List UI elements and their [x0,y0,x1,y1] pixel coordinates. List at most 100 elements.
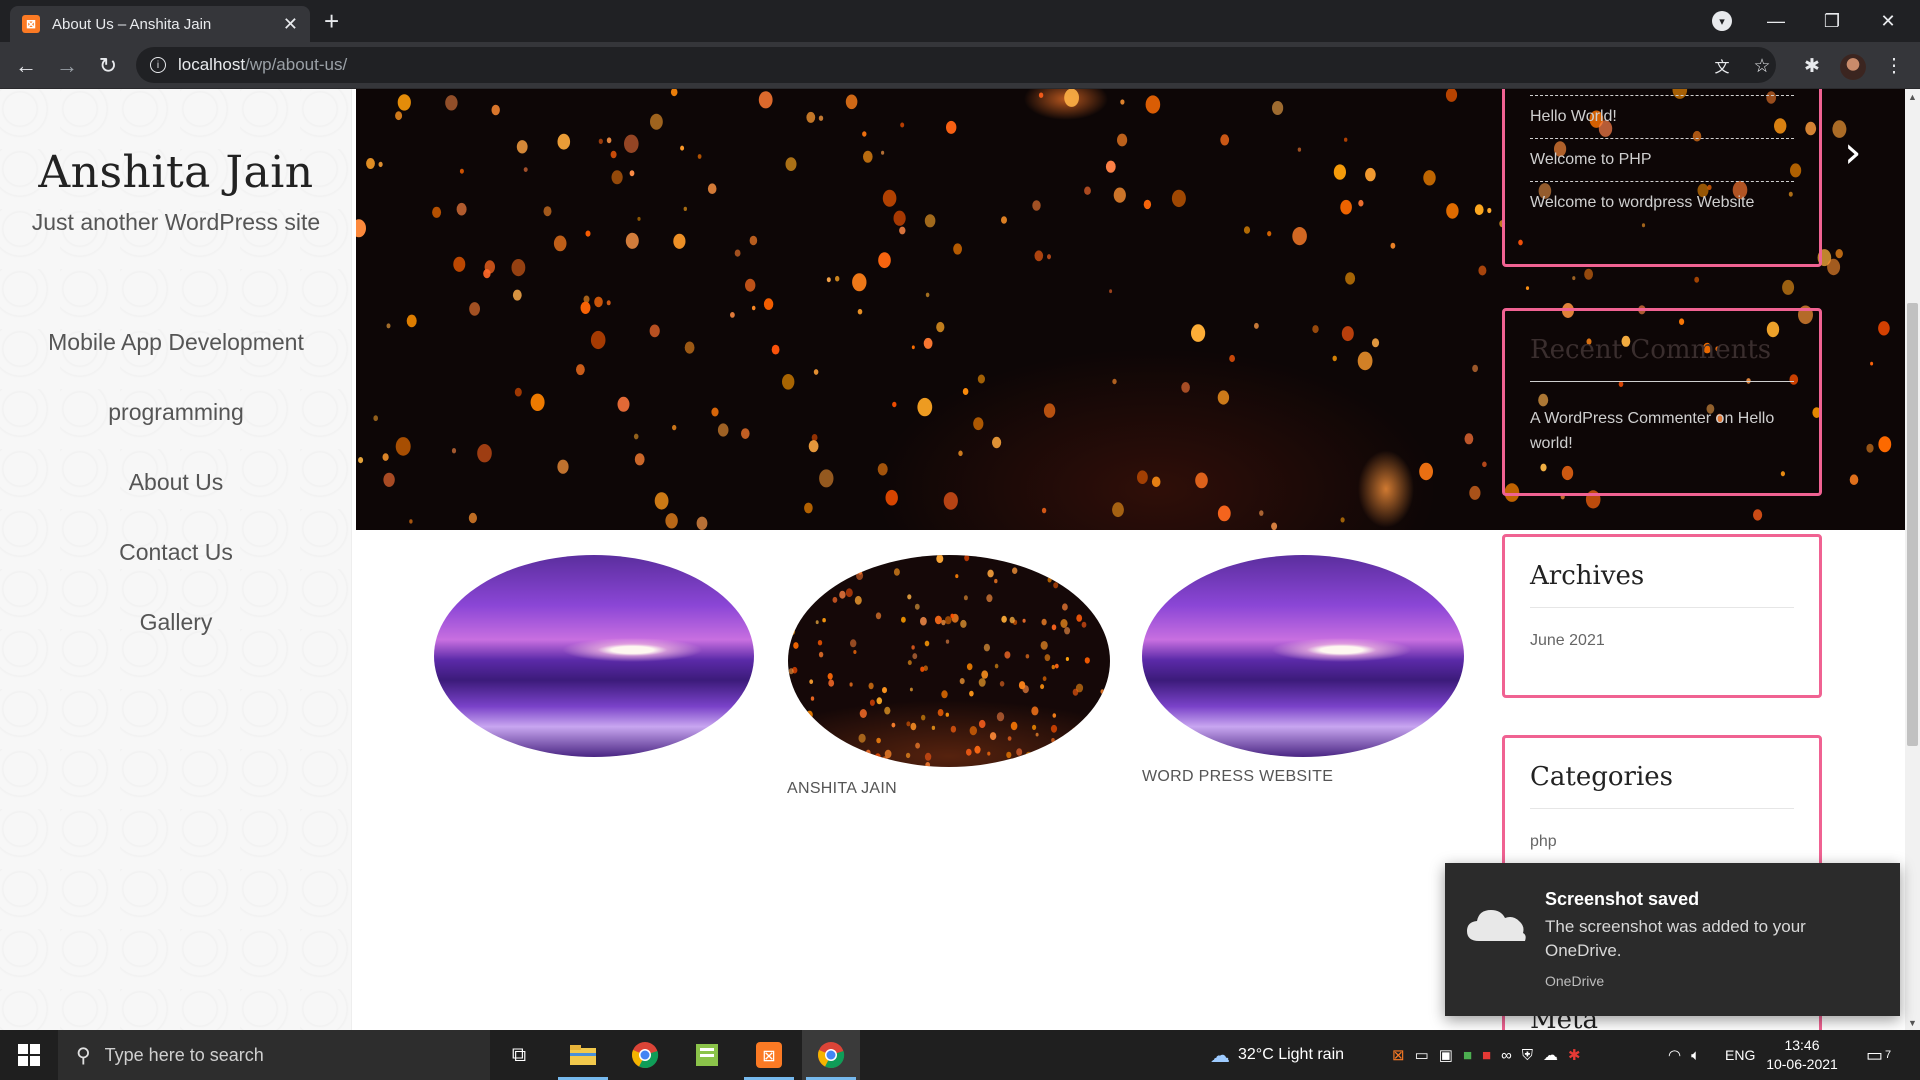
slider-next-arrow-icon[interactable]: › [1844,131,1884,181]
profile-avatar[interactable] [1840,54,1866,80]
lantern-dot [1487,207,1492,214]
lantern-dot [543,206,552,217]
lantern-dot [906,721,911,727]
widget-divider [1530,89,1794,96]
menu-item-contact-us[interactable]: Contact Us [0,539,352,566]
minimize-button[interactable]: — [1748,0,1804,42]
comment-author-link[interactable]: A WordPress Commenter [1530,410,1711,427]
action-center-icon[interactable]: ▭ 7 [1866,1030,1891,1080]
lantern-dot [1835,249,1843,259]
lantern-dot [1145,95,1161,114]
clock-time: 13:46 [1784,1037,1820,1053]
lantern-dot [1051,664,1055,670]
lantern-dot [383,472,395,487]
scroll-up-arrow-icon[interactable]: ▲ [1905,89,1920,104]
bookmark-star-icon[interactable]: ☆ [1748,52,1776,80]
lantern-dot [1113,187,1126,203]
green-app-icon[interactable]: ■ [1463,1047,1472,1064]
reload-icon[interactable]: ↻ [94,52,122,80]
gallery-image-sunset-2[interactable] [1142,555,1464,757]
chrome-active-icon[interactable] [802,1030,860,1080]
lantern-dot [1072,688,1079,696]
page-scrollbar[interactable]: ▲ ▼ [1905,89,1920,1030]
lantern-dot [459,168,464,174]
lantern-dot [610,150,617,159]
taskbar-search-box[interactable]: ⚲ Type here to search [58,1030,490,1080]
lantern-dot [1041,618,1047,626]
back-icon[interactable]: ← [12,52,40,80]
lantern-dot [911,645,915,650]
lantern-dot [959,678,965,685]
lantern-dot [819,469,834,488]
notepad-plus-plus-icon[interactable] [678,1030,736,1080]
lantern-dot [907,660,912,666]
lantern-dot [373,415,378,422]
lantern-dot [828,679,835,687]
recent-post-link[interactable]: Welcome to wordpress Website [1530,194,1794,212]
close-tab-icon[interactable]: ✕ [283,14,298,35]
wifi-icon[interactable]: ◠ [1668,1046,1681,1064]
task-view-icon[interactable]: ⧉ [490,1030,548,1080]
site-title[interactable]: Anshita Jain [0,147,352,198]
gallery-image-lanterns[interactable] [788,555,1110,767]
red-app-icon[interactable]: ■ [1482,1047,1491,1064]
lantern-dot [624,134,639,153]
scroll-down-arrow-icon[interactable]: ▼ [1905,1015,1920,1030]
lantern-dot [960,619,967,628]
chrome-icon[interactable] [616,1030,674,1080]
xampp-tray-icon[interactable]: ⊠ [1392,1046,1405,1064]
menu-item-programming[interactable]: programming [0,399,352,426]
lantern-dot [1584,268,1593,280]
category-link[interactable]: php [1530,833,1794,851]
lantern-dot [1062,603,1068,611]
recent-post-link[interactable]: Welcome to PHP [1530,151,1794,169]
lantern-dot [917,397,933,417]
onedrive-tray-icon[interactable]: ☁ [1543,1046,1558,1064]
lantern-dot [925,292,930,298]
lantern-dot [900,122,905,128]
lantern-dot [611,170,623,185]
close-window-button[interactable]: ✕ [1860,0,1916,42]
browser-tab[interactable]: ⊠ About Us – Anshita Jain ✕ [10,6,310,42]
lantern-dot [1031,706,1039,716]
lantern-dot [751,305,756,311]
volume-icon[interactable]: 🔈︎ [1691,1047,1700,1064]
toast-message: The screenshot was added to your OneDriv… [1545,917,1806,960]
extensions-icon[interactable]: ✱ [1798,52,1826,80]
menu-kebab-icon[interactable]: ⋮ [1880,52,1908,80]
link-icon[interactable]: ∞ [1501,1047,1512,1064]
menu-item-mobile-app-development[interactable]: Mobile App Development [0,329,352,356]
lantern-dot [1032,200,1041,211]
windows-start-icon[interactable] [0,1030,58,1080]
lantern-dot [1016,748,1023,756]
new-tab-button[interactable]: + [324,8,339,34]
menu-item-gallery[interactable]: Gallery [0,609,352,636]
site-info-icon[interactable]: i [150,57,166,73]
lantern-dot [1081,621,1087,628]
menu-item-about-us[interactable]: About Us [0,469,352,496]
bluetooth-icon[interactable]: ✱ [1568,1046,1581,1064]
lantern-dot [1112,378,1117,385]
maximize-button[interactable]: ❐ [1804,0,1860,42]
recent-post-link[interactable]: Hello World! [1530,108,1794,126]
onedrive-notification-toast[interactable]: Screenshot saved The screenshot was adde… [1445,863,1900,1016]
file-explorer-icon[interactable] [554,1030,612,1080]
meet-now-icon[interactable]: ▣ [1439,1046,1453,1064]
translate-icon[interactable]: 文 [1708,52,1736,80]
forward-icon[interactable]: → [53,52,81,80]
shield-icon[interactable]: ⛨ [1522,1047,1533,1064]
archive-link[interactable]: June 2021 [1530,632,1794,650]
gallery-image-sunset-1[interactable] [434,555,754,757]
tab-search-icon[interactable]: ▾ [1712,11,1732,31]
xampp-icon[interactable]: ⊠ [740,1030,798,1080]
lantern-dot [1371,338,1380,348]
language-indicator[interactable]: ENG [1725,1030,1755,1080]
scrollbar-thumb[interactable] [1907,303,1918,746]
address-bar[interactable]: i localhost/wp/about-us/ [136,47,1776,83]
battery-icon[interactable]: ▭ [1415,1046,1429,1064]
lantern-dot [1143,199,1152,210]
system-clock[interactable]: 13:46 10-06-2021 [1764,1036,1840,1074]
lantern-dot [826,277,831,283]
lantern-dot [818,115,824,121]
weather-widget[interactable]: ☁ 32°C Light rain [1210,1030,1344,1080]
